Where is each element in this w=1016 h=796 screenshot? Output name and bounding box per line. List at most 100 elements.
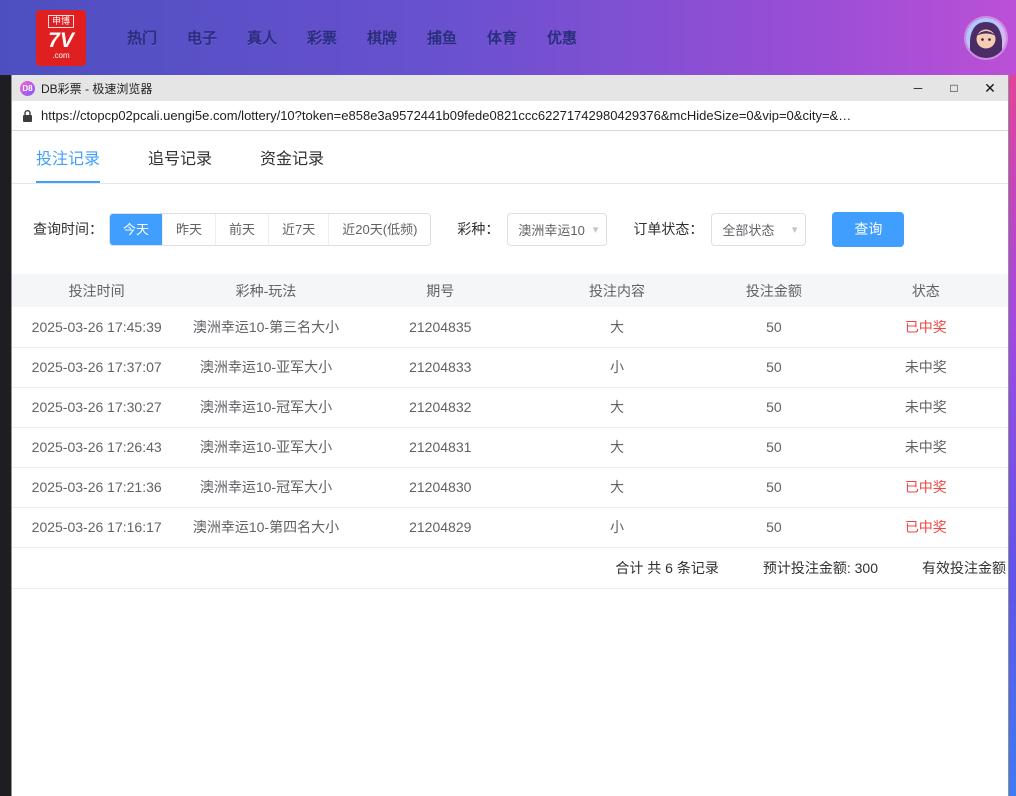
nav-item-sports[interactable]: 体育 xyxy=(472,27,532,48)
url-text: https://ctopcp02pcali.uengi5e.com/lotter… xyxy=(41,108,851,123)
site-topbar: 申博 7V .com 热门 电子 真人 彩票 棋牌 捕鱼 体育 优惠 xyxy=(0,0,1016,75)
bet-amount-cell: 50 xyxy=(704,387,843,427)
maximize-button[interactable]: □ xyxy=(936,75,972,101)
chevron-down-icon: ▾ xyxy=(593,223,599,236)
table-row: 2025-03-26 17:21:36 澳洲幸运10-冠军大小 21204830… xyxy=(12,467,1008,507)
bet-content-cell: 小 xyxy=(530,507,704,547)
bet-time-cell: 2025-03-26 17:37:07 xyxy=(12,347,181,387)
chevron-down-icon: ▾ xyxy=(792,223,798,236)
status-cell: 已中奖 xyxy=(844,467,1008,507)
bet-amount-cell: 50 xyxy=(704,467,843,507)
header-game-play: 彩种-玩法 xyxy=(181,274,350,307)
nav-item-hot[interactable]: 热门 xyxy=(112,27,172,48)
game-play-cell: 澳洲幸运10-亚军大小 xyxy=(181,427,350,467)
window-controls: ─ □ ✕ xyxy=(900,75,1008,101)
bet-content-cell: 大 xyxy=(530,467,704,507)
logo-sub-text: .com xyxy=(52,52,69,60)
filter-bar: 查询时间： 今天 昨天 前天 近7天 近20天(低频) 彩种： 澳洲幸运10 ▾… xyxy=(33,212,1008,246)
bet-content-cell: 大 xyxy=(530,427,704,467)
summary-row: 合计 共 6 条记录 预计投注金额: 300 有效投注金额 xyxy=(12,548,1008,589)
user-avatar[interactable] xyxy=(964,16,1008,60)
page-content: 投注记录 追号记录 资金记录 查询时间： 今天 昨天 前天 近7天 近20天(低… xyxy=(12,131,1008,796)
record-tabs: 投注记录 追号记录 资金记录 xyxy=(12,131,1008,184)
time-option-20days[interactable]: 近20天(低频) xyxy=(328,214,430,245)
browser-window: D8 DB彩票 - 极速浏览器 ─ □ ✕ https://ctopcp02pc… xyxy=(12,75,1008,796)
table-row: 2025-03-26 17:26:43 澳洲幸运10-亚军大小 21204831… xyxy=(12,427,1008,467)
bet-amount-cell: 50 xyxy=(704,347,843,387)
header-bet-amount: 投注金额 xyxy=(704,274,843,307)
summary-total: 合计 共 6 条记录 xyxy=(615,558,718,578)
lottery-select[interactable]: 澳洲幸运10 ▾ xyxy=(507,213,607,246)
status-cell: 未中奖 xyxy=(844,427,1008,467)
bet-amount-cell: 50 xyxy=(704,427,843,467)
nav-item-promo[interactable]: 优惠 xyxy=(532,27,592,48)
bet-time-cell: 2025-03-26 17:16:17 xyxy=(12,507,181,547)
logo-main-text: 7V xyxy=(48,30,74,51)
nav-item-live[interactable]: 真人 xyxy=(232,27,292,48)
issue-cell: 21204829 xyxy=(351,507,530,547)
tab-bet-records[interactable]: 投注记录 xyxy=(36,145,100,183)
game-play-cell: 澳洲幸运10-冠军大小 xyxy=(181,467,350,507)
bet-content-cell: 大 xyxy=(530,307,704,347)
logo-top-text: 申博 xyxy=(48,15,74,28)
nav-item-lottery[interactable]: 彩票 xyxy=(292,27,352,48)
table-row: 2025-03-26 17:16:17 澳洲幸运10-第四名大小 2120482… xyxy=(12,507,1008,547)
time-option-today[interactable]: 今天 xyxy=(110,214,162,245)
time-option-yesterday[interactable]: 昨天 xyxy=(162,214,215,245)
app-icon: D8 xyxy=(20,81,35,96)
time-range-group: 今天 昨天 前天 近7天 近20天(低频) xyxy=(109,213,431,246)
table-row: 2025-03-26 17:37:07 澳洲幸运10-亚军大小 21204833… xyxy=(12,347,1008,387)
bet-content-cell: 小 xyxy=(530,347,704,387)
time-option-7days[interactable]: 近7天 xyxy=(268,214,328,245)
bet-time-cell: 2025-03-26 17:21:36 xyxy=(12,467,181,507)
desktop-background-strip xyxy=(1008,75,1016,796)
game-play-cell: 澳洲幸运10-第三名大小 xyxy=(181,307,350,347)
order-status-label: 订单状态： xyxy=(633,219,703,239)
issue-cell: 21204835 xyxy=(351,307,530,347)
main-nav: 热门 电子 真人 彩票 棋牌 捕鱼 体育 优惠 xyxy=(112,27,592,48)
header-status: 状态 xyxy=(844,274,1008,307)
address-bar[interactable]: https://ctopcp02pcali.uengi5e.com/lotter… xyxy=(12,101,1008,131)
window-title: DB彩票 - 极速浏览器 xyxy=(41,80,152,97)
window-titlebar[interactable]: D8 DB彩票 - 极速浏览器 ─ □ ✕ xyxy=(12,75,1008,101)
header-issue: 期号 xyxy=(351,274,530,307)
time-filter-label: 查询时间： xyxy=(33,219,103,239)
avatar-illustration xyxy=(966,18,1006,58)
lock-icon xyxy=(22,109,33,123)
game-play-cell: 澳洲幸运10-第四名大小 xyxy=(181,507,350,547)
bet-records-table: 投注时间 彩种-玩法 期号 投注内容 投注金额 状态 2025-03-26 17… xyxy=(12,274,1008,548)
site-logo[interactable]: 申博 7V .com xyxy=(36,10,86,66)
bet-amount-cell: 50 xyxy=(704,307,843,347)
table-row: 2025-03-26 17:45:39 澳洲幸运10-第三名大小 2120483… xyxy=(12,307,1008,347)
table-row: 2025-03-26 17:30:27 澳洲幸运10-冠军大小 21204832… xyxy=(12,387,1008,427)
status-cell: 已中奖 xyxy=(844,307,1008,347)
status-cell: 已中奖 xyxy=(844,507,1008,547)
close-button[interactable]: ✕ xyxy=(972,75,1008,101)
tab-fund-records[interactable]: 资金记录 xyxy=(260,145,324,183)
nav-item-fishing[interactable]: 捕鱼 xyxy=(412,27,472,48)
bet-time-cell: 2025-03-26 17:26:43 xyxy=(12,427,181,467)
tab-chase-records[interactable]: 追号记录 xyxy=(148,145,212,183)
issue-cell: 21204832 xyxy=(351,387,530,427)
bet-time-cell: 2025-03-26 17:30:27 xyxy=(12,387,181,427)
header-bet-content: 投注内容 xyxy=(530,274,704,307)
status-cell: 未中奖 xyxy=(844,347,1008,387)
bet-time-cell: 2025-03-26 17:45:39 xyxy=(12,307,181,347)
time-option-day-before[interactable]: 前天 xyxy=(215,214,268,245)
table-header-row: 投注时间 彩种-玩法 期号 投注内容 投注金额 状态 xyxy=(12,274,1008,307)
order-status-value: 全部状态 xyxy=(722,220,774,239)
search-button[interactable]: 查询 xyxy=(832,212,904,247)
summary-expected-amount: 预计投注金额: 300 xyxy=(763,558,878,578)
order-status-select[interactable]: 全部状态 ▾ xyxy=(711,213,806,246)
nav-item-chess[interactable]: 棋牌 xyxy=(352,27,412,48)
header-bet-time: 投注时间 xyxy=(12,274,181,307)
nav-item-electronic[interactable]: 电子 xyxy=(172,27,232,48)
lottery-filter-label: 彩种： xyxy=(457,219,499,239)
game-play-cell: 澳洲幸运10-冠军大小 xyxy=(181,387,350,427)
status-cell: 未中奖 xyxy=(844,387,1008,427)
game-play-cell: 澳洲幸运10-亚军大小 xyxy=(181,347,350,387)
minimize-button[interactable]: ─ xyxy=(900,75,936,101)
issue-cell: 21204831 xyxy=(351,427,530,467)
bet-content-cell: 大 xyxy=(530,387,704,427)
issue-cell: 21204833 xyxy=(351,347,530,387)
